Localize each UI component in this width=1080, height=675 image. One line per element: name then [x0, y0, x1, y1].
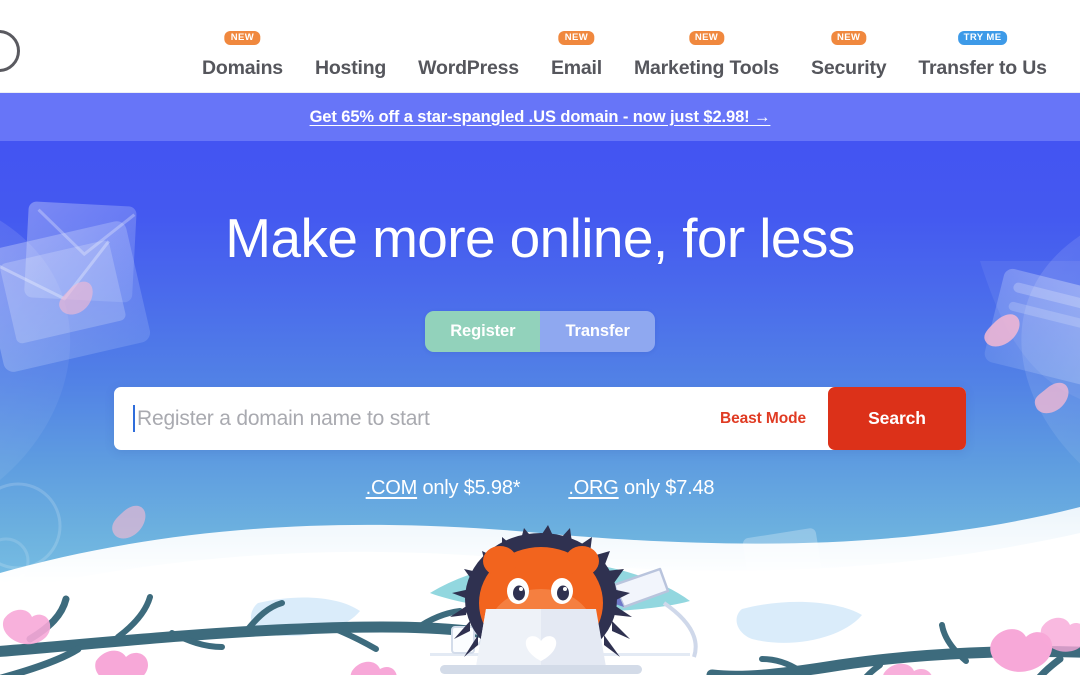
- tab-register[interactable]: Register: [425, 310, 541, 353]
- tld-rest-com: only $5.98*: [417, 477, 521, 500]
- domain-search-field[interactable]: [114, 387, 698, 451]
- laptop-icon: [440, 609, 642, 674]
- promo-banner-link[interactable]: Get 65% off a star-spangled .US domain -…: [310, 108, 771, 127]
- tld-price-org[interactable]: .ORG only $7.48: [568, 477, 714, 500]
- nav-item-domains[interactable]: NEW Domains: [186, 30, 299, 79]
- beast-mode-link[interactable]: Beast Mode: [698, 387, 828, 450]
- nav-item-security[interactable]: NEW Security: [795, 30, 902, 79]
- landing-page: NEW Domains Hosting WordPress NEW Email …: [0, 0, 1080, 675]
- nav-label-security: Security: [811, 56, 887, 79]
- tld-rest-org: only $7.48: [618, 477, 715, 500]
- tld-ext-com: .COM: [365, 477, 418, 500]
- badge-new-marketing-tools: NEW: [688, 30, 725, 45]
- search-button[interactable]: Search: [828, 387, 966, 451]
- hero-section: Make more online, for less Register Tran…: [0, 141, 1080, 675]
- domain-search-row: Beast Mode Search: [0, 387, 1080, 451]
- nav-item-email[interactable]: NEW Email: [535, 30, 618, 79]
- nav-label-marketing-tools: Marketing Tools: [633, 56, 780, 79]
- search-mode-toggle: Register Transfer: [0, 310, 1080, 353]
- badge-try-me-transfer: TRY ME: [957, 30, 1008, 45]
- domain-search-bar: Beast Mode Search: [114, 387, 966, 451]
- hedgehog-spikes: [450, 525, 632, 669]
- coffee-mug-icon: [451, 626, 483, 654]
- hero-content: Make more online, for less Register Tran…: [0, 141, 1080, 500]
- badge-new-security: NEW: [831, 30, 867, 45]
- nav-items: NEW Domains Hosting WordPress NEW Email …: [186, 0, 1080, 92]
- badge-new-domains: NEW: [224, 30, 261, 45]
- tab-transfer[interactable]: Transfer: [540, 310, 655, 353]
- nav-label-email: Email: [550, 56, 602, 79]
- nav-item-help-partial[interactable]: H: [1063, 58, 1080, 79]
- text-cursor-icon: [133, 405, 135, 433]
- logo-icon[interactable]: [0, 30, 20, 72]
- nav-label-hosting: Hosting: [314, 56, 387, 79]
- nav-item-transfer-to-us[interactable]: TRY ME Transfer to Us: [902, 30, 1062, 79]
- badge-new-email: NEW: [558, 30, 595, 45]
- nav-label-wordpress: WordPress: [418, 56, 519, 79]
- nav-item-marketing-tools[interactable]: NEW Marketing Tools: [618, 30, 795, 79]
- page-title: Make more online, for less: [225, 207, 855, 269]
- nav-label-domains: Domains: [202, 56, 283, 79]
- nav-label-transfer-to-us: Transfer to Us: [918, 56, 1047, 79]
- hedgehog-face: [479, 546, 603, 669]
- hedgehog-illustration: [0, 525, 1080, 675]
- tld-price-list: .COM only $5.98* .ORG only $7.48: [0, 477, 1080, 500]
- promo-banner[interactable]: Get 65% off a star-spangled .US domain -…: [0, 93, 1080, 141]
- search-input[interactable]: [137, 387, 698, 451]
- nav-item-hosting[interactable]: Hosting: [299, 56, 402, 79]
- nav-item-wordpress[interactable]: WordPress: [402, 56, 535, 79]
- desk-lamp-icon: [612, 567, 698, 658]
- tld-price-com[interactable]: .COM only $5.98*: [366, 477, 521, 500]
- top-navigation: NEW Domains Hosting WordPress NEW Email …: [0, 0, 1080, 93]
- tld-ext-org: .ORG: [568, 477, 619, 500]
